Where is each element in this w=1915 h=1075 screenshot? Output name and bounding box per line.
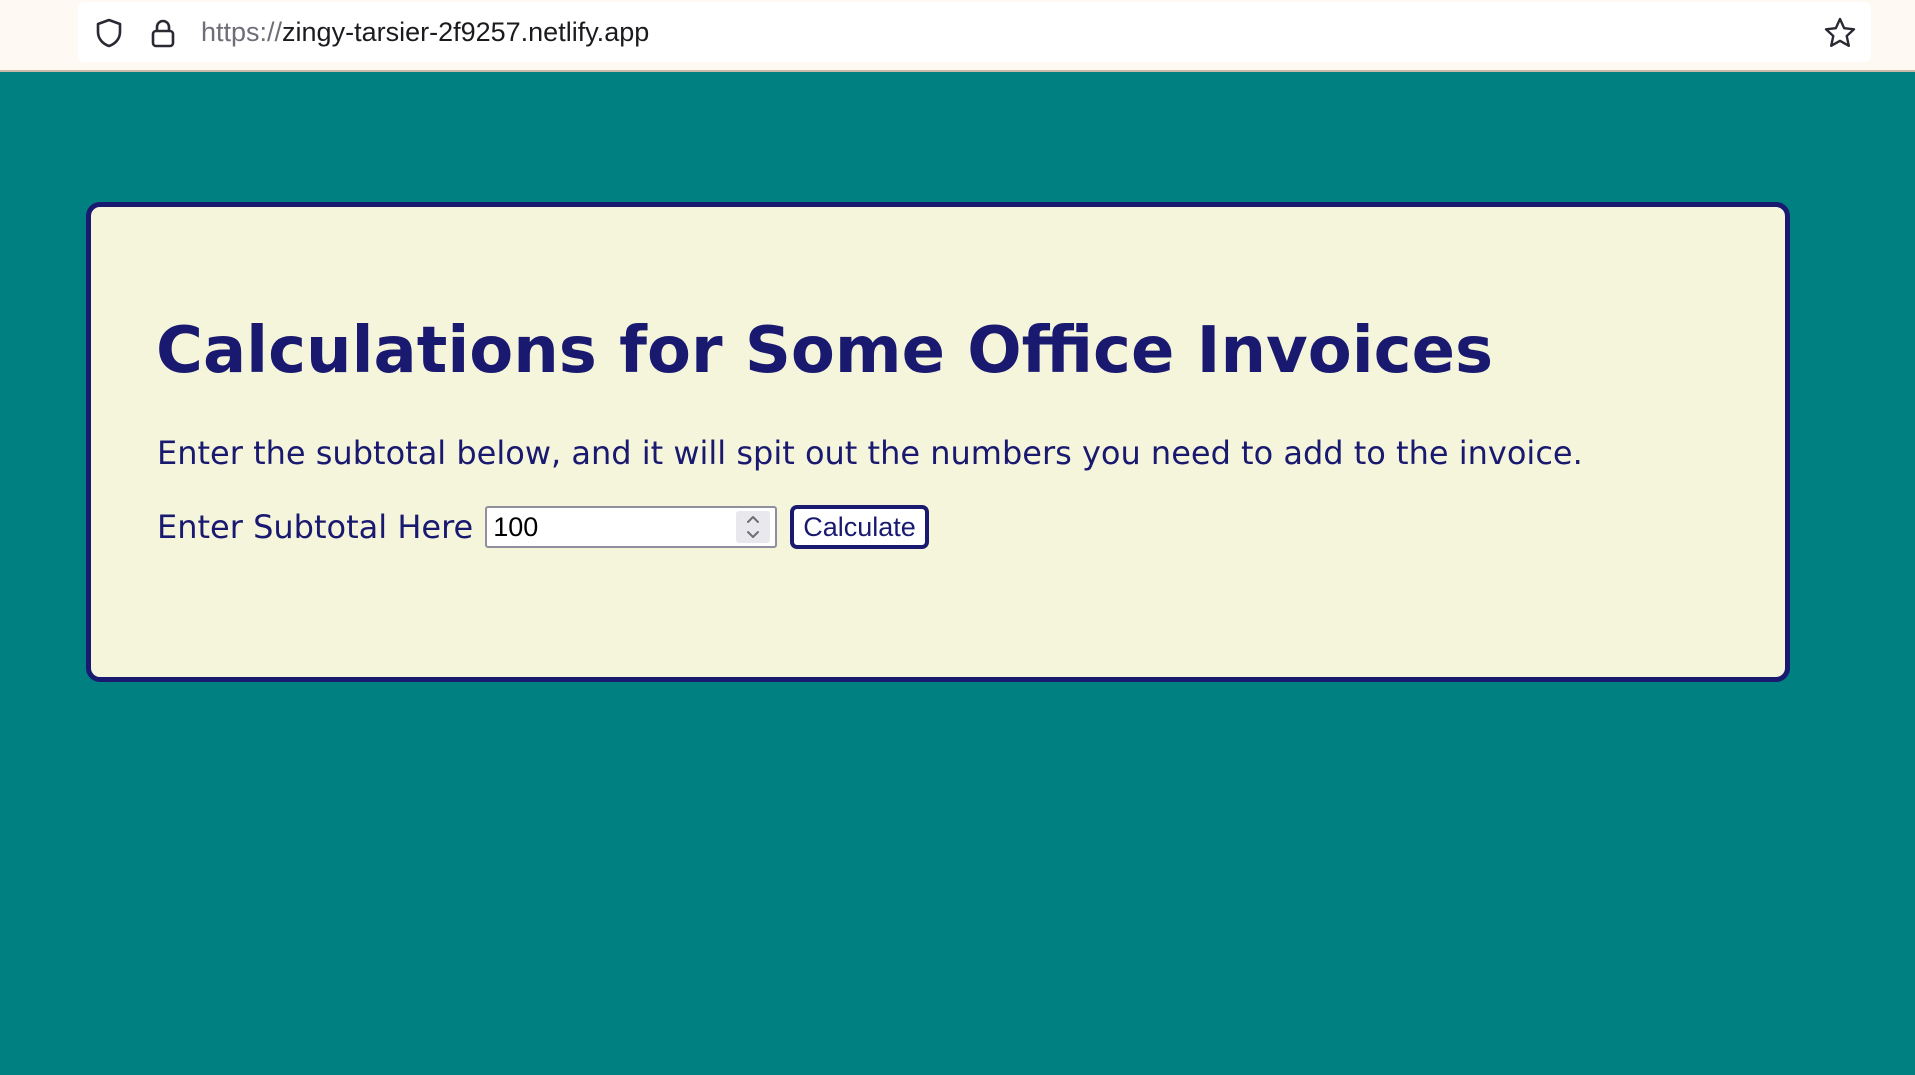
url-text[interactable]: https://zingy-tarsier-2f9257.netlify.app	[201, 2, 649, 62]
shield-icon[interactable]	[92, 16, 126, 50]
spinner-arrows-icon	[747, 516, 760, 538]
subtotal-input[interactable]: 100	[485, 506, 778, 548]
url-bar[interactable]: https://zingy-tarsier-2f9257.netlify.app	[78, 2, 1871, 62]
number-spinner[interactable]	[736, 511, 771, 543]
intro-text: Enter the subtotal below, and it will sp…	[157, 434, 1583, 472]
page-title: Calculations for Some Office Invoices	[156, 314, 1494, 388]
subtotal-value: 100	[493, 512, 539, 542]
lock-icon[interactable]	[146, 16, 180, 50]
subtotal-label: Enter Subtotal Here	[157, 508, 474, 546]
calculate-button[interactable]: Calculate	[790, 505, 929, 549]
star-icon[interactable]	[1823, 16, 1857, 50]
url-scheme: https://	[201, 17, 283, 47]
invoice-card: Calculations for Some Office Invoices En…	[86, 202, 1790, 682]
subtotal-form: Enter Subtotal Here 100 Calculate	[157, 504, 929, 550]
browser-toolbar: https://zingy-tarsier-2f9257.netlify.app	[0, 0, 1915, 72]
url-host: zingy-tarsier-2f9257.netlify.app	[282, 17, 650, 47]
